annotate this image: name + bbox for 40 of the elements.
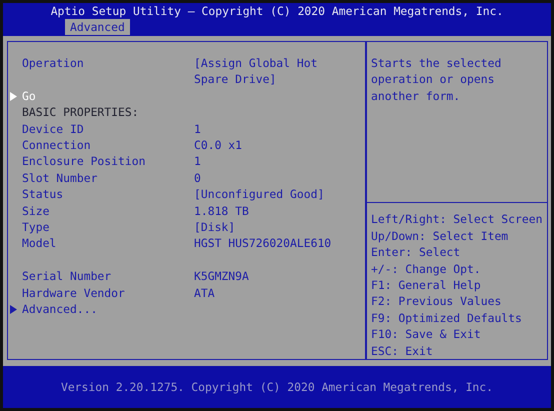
- property-value: HGST HUS726020ALE610: [194, 235, 332, 252]
- key-hint: Left/Right: Select Screen: [371, 211, 544, 228]
- section-heading: BASIC PROPERTIES:: [22, 104, 140, 121]
- property-value: 1.818 TB: [194, 202, 250, 220]
- submenu-link[interactable]: Advanced...: [22, 301, 194, 318]
- menu-tab[interactable]: Advanced: [65, 19, 130, 35]
- property-label: Model: [22, 235, 58, 252]
- key-hint: +/-: Change Opt.: [371, 260, 482, 277]
- property-label: Serial Number: [22, 268, 112, 285]
- help-text: Starts the selected operation or opens another form.: [367, 42, 547, 204]
- key-hint: F1: General Help: [371, 276, 482, 294]
- submenu-link[interactable]: Go: [22, 88, 194, 104]
- key-hint: F10: Save & Exit: [371, 326, 482, 343]
- key-hint: ESC: Exit: [371, 342, 434, 359]
- key-hint: Enter: Select: [371, 244, 462, 261]
- property-value: [Unconfigured Good]: [194, 186, 326, 203]
- property-value: 0: [194, 170, 202, 186]
- key-hint: F2: Previous Values: [371, 293, 502, 310]
- property-label: Hardware Vendor: [22, 284, 126, 302]
- property-label: Device ID: [22, 120, 85, 138]
- property-label: Status: [22, 186, 64, 203]
- property-value: K5GMZN9A: [194, 268, 250, 285]
- option-label[interactable]: Operation: [22, 55, 194, 72]
- property-label: Type: [22, 219, 50, 236]
- window-title: Aptio Setup Utility – Copyright (C) 2020 American Megatrends, Inc.: [50, 3, 504, 19]
- key-hint: Up/Down: Select Item: [371, 228, 510, 244]
- property-label: Slot Number: [22, 170, 98, 186]
- property-value: 1: [194, 153, 202, 170]
- property-label: Size: [22, 202, 50, 220]
- option-value[interactable]: [Assign Global Hot Spare Drive]: [194, 55, 344, 88]
- key-hint: F9: Optimized Defaults: [371, 310, 523, 326]
- submenu-arrow-icon: [10, 305, 17, 314]
- property-value: [Disk]: [194, 219, 236, 236]
- property-value: 1: [194, 120, 202, 138]
- footer-text: Version 2.20.1275. Copyright (C) 2020 American Megatrends, Inc.: [60, 380, 494, 394]
- property-value: C0.0 x1: [194, 137, 244, 154]
- property-value: ATA: [194, 284, 216, 302]
- submenu-arrow-icon: [10, 92, 17, 101]
- property-label: Connection: [22, 137, 92, 154]
- property-label: Enclosure Position: [22, 153, 146, 170]
